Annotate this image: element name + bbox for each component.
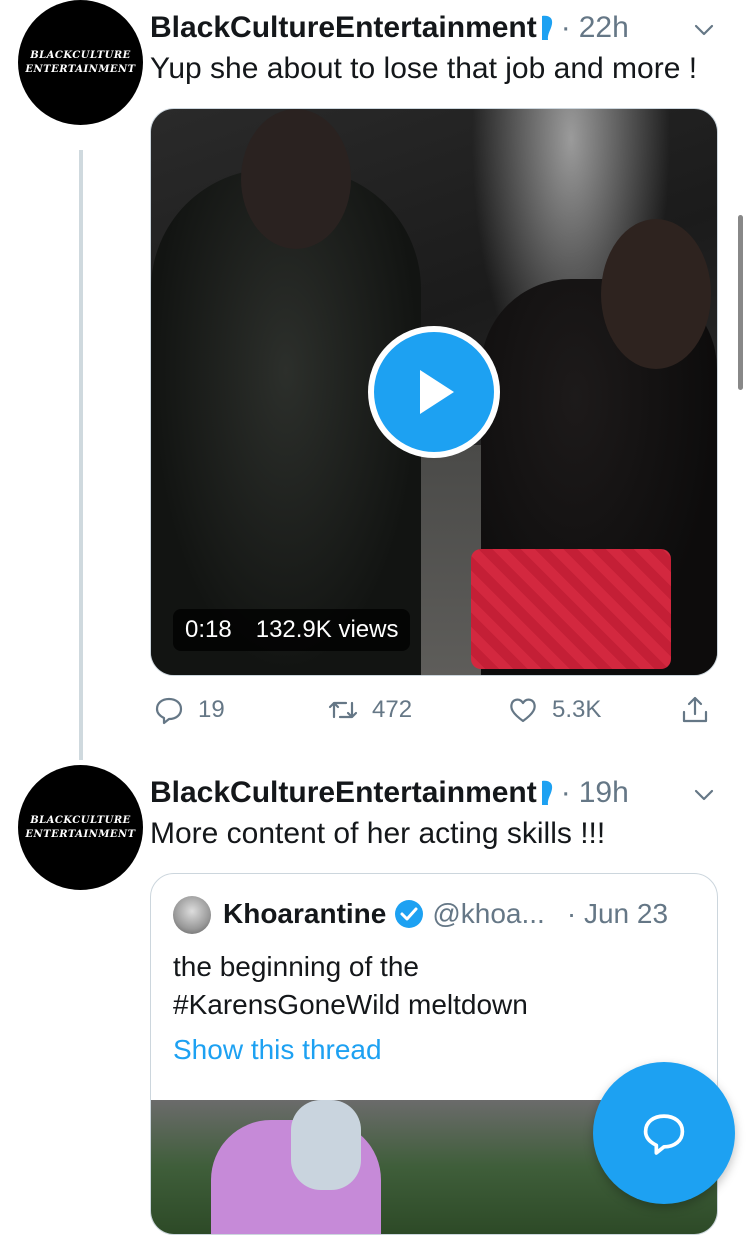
chevron-down-icon[interactable]: [692, 783, 716, 807]
reply-icon: [155, 697, 183, 725]
tweet-actions: 19 472 5.3K: [150, 695, 716, 735]
quoted-date: Jun 23: [583, 898, 669, 929]
share-icon: [682, 696, 708, 723]
separator-dot: ·: [566, 898, 577, 929]
timestamp[interactable]: 19h: [579, 776, 629, 810]
quoted-text-line: the beginning of the: [173, 951, 419, 982]
video-frame-head: [241, 109, 351, 249]
author-name[interactable]: BlackCultureEntertainment: [150, 11, 537, 45]
tweet-header: BlackCultureEntertainment · 19h: [150, 773, 629, 813]
retweet-count: 472: [372, 696, 413, 723]
play-icon: [420, 370, 454, 414]
avatar[interactable]: BLACKCULTURE ENTERTAINMENT: [18, 0, 143, 125]
quoted-avatar[interactable]: [173, 896, 211, 934]
quoted-author-name: Khoarantine: [223, 898, 387, 929]
avatar-text-line2: ENTERTAINMENT: [25, 63, 136, 75]
author-name[interactable]: BlackCultureEntertainment: [150, 776, 537, 810]
reply-count: 19: [198, 696, 225, 723]
verified-icon: [395, 900, 424, 928]
retweet-icon: [328, 701, 358, 719]
video-frame-head: [601, 219, 711, 369]
video-views: 132.9K views: [255, 616, 399, 643]
avatar-text-line1: BLACKCULTURE: [30, 49, 131, 61]
share-button[interactable]: [680, 695, 710, 725]
tweet-text: Yup she about to lose that job and more …: [150, 52, 698, 85]
video-info-badge: 0:18 132.9K views: [173, 609, 411, 651]
tweet-text: More content of her acting skills !!!: [150, 817, 606, 850]
quoted-handle: @khoa...: [432, 898, 545, 929]
compose-reply-icon: [643, 1114, 685, 1155]
timestamp[interactable]: 22h: [579, 11, 629, 45]
video-frame-detail: [471, 549, 671, 669]
retweet-button[interactable]: 472: [328, 695, 412, 725]
quoted-date-group: · Jun 23: [567, 898, 668, 930]
tweet-header: BlackCultureEntertainment · 22h: [150, 8, 629, 48]
reply-button[interactable]: 19: [154, 695, 225, 725]
quoted-media-figure: [291, 1100, 361, 1190]
quoted-text: the beginning of the #KarensGoneWild mel…: [173, 948, 528, 1024]
video-player[interactable]: 0:18 132.9K views: [150, 108, 718, 676]
video-duration: 0:18: [185, 616, 232, 643]
scrollbar[interactable]: [738, 215, 743, 390]
quoted-header: Khoarantine @khoa... · Jun 23: [223, 892, 668, 936]
thread-line: [79, 150, 83, 760]
like-icon: [510, 698, 536, 723]
avatar-text-line1: BLACKCULTURE: [30, 814, 131, 826]
play-button[interactable]: [368, 326, 500, 458]
flag-icon: [541, 780, 552, 805]
avatar-text-line2: ENTERTAINMENT: [25, 828, 136, 840]
chevron-down-icon[interactable]: [692, 18, 716, 42]
show-thread-link[interactable]: Show this thread: [173, 1034, 382, 1066]
separator-dot: ·: [560, 11, 571, 44]
quoted-text-line: #KarensGoneWild meltdown: [173, 989, 528, 1020]
like-button[interactable]: 5.3K: [508, 695, 601, 725]
compose-reply-button[interactable]: [593, 1062, 735, 1204]
flag-icon: [541, 15, 552, 40]
like-count: 5.3K: [552, 696, 602, 723]
avatar[interactable]: BLACKCULTURE ENTERTAINMENT: [18, 765, 143, 890]
separator-dot: ·: [560, 776, 571, 809]
